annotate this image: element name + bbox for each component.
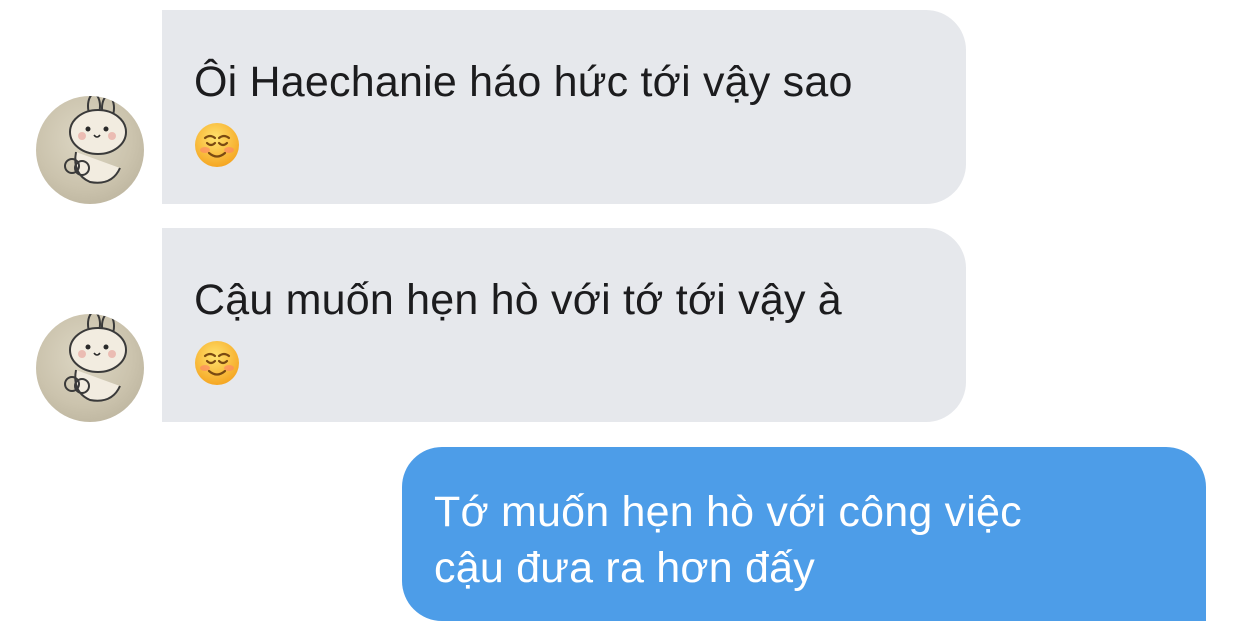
smiling-face-emoji-icon <box>195 123 239 167</box>
message-text: Tớ muốn hẹn hò với công việc <box>434 488 1022 536</box>
message-text: Cậu muốn hẹn hò với tớ tới vậy à <box>194 276 842 324</box>
message-thread: Ôi Haechanie háo hức tới vậy sao Cậu muố… <box>0 0 1242 631</box>
smiling-face-emoji-icon <box>195 341 239 385</box>
contact-avatar[interactable] <box>36 314 144 422</box>
message-bubble-sent[interactable]: Tớ muốn hẹn hò với công việc cậu đưa ra … <box>402 447 1206 621</box>
message-text: cậu đưa ra hơn đấy <box>434 544 815 592</box>
bunny-avatar-icon <box>64 96 127 184</box>
message-text: Ôi Haechanie háo hức tới vậy sao <box>194 58 853 106</box>
contact-avatar[interactable] <box>36 96 144 204</box>
bunny-avatar-icon <box>64 314 127 402</box>
message-bubble[interactable]: Ôi Haechanie háo hức tới vậy sao <box>162 10 966 204</box>
message-bubble[interactable]: Cậu muốn hẹn hò với tớ tới vậy à <box>162 228 966 422</box>
